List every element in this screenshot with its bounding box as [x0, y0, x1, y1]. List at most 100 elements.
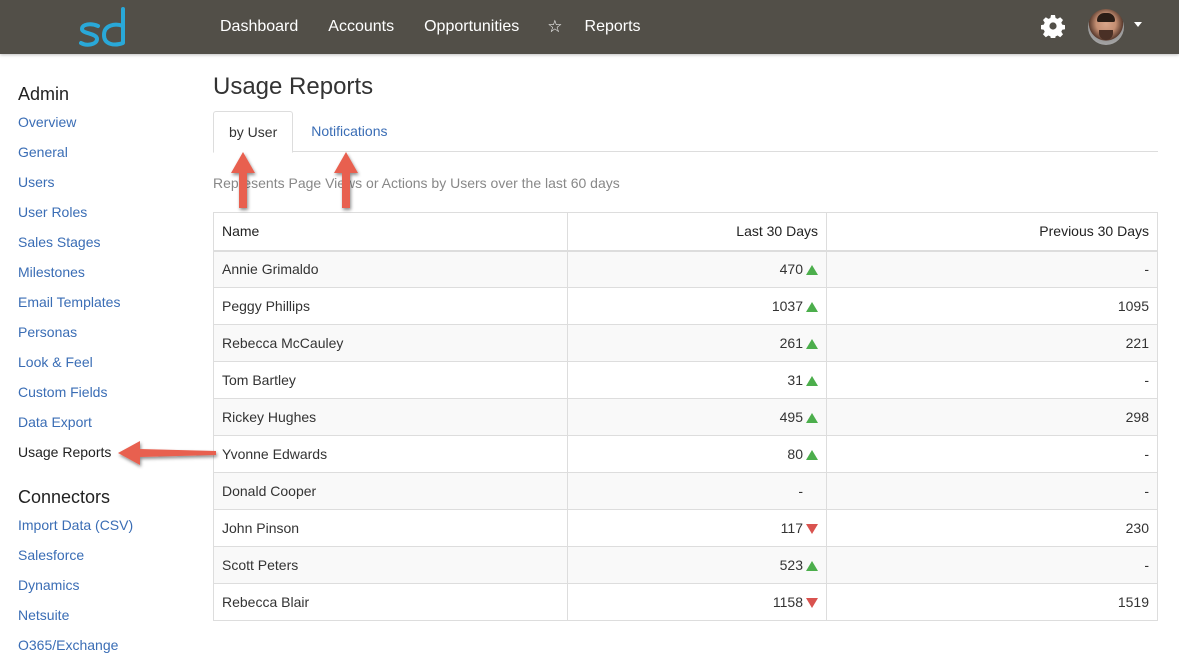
sidebar-item-usage-reports[interactable]: Usage Reports — [18, 441, 198, 471]
chevron-down-icon[interactable] — [1134, 22, 1142, 27]
cell-name: Annie Grimaldo — [213, 250, 568, 288]
trend-up-icon — [806, 376, 818, 386]
table-row: Rebecca Blair 1158 1519 — [213, 583, 1158, 621]
trend-up-icon — [806, 339, 818, 349]
cell-name: Donald Cooper — [213, 472, 568, 510]
sidebar-item-overview[interactable]: Overview — [18, 111, 198, 141]
top-navbar: Dashboard Accounts Opportunities ☆ Repor… — [0, 0, 1179, 54]
trend-down-icon — [806, 524, 818, 534]
last-30-days-value: 261 — [779, 335, 803, 351]
cell-name: Rebecca McCauley — [213, 324, 568, 362]
usage-table: Name Last 30 Days Previous 30 Days Annie… — [213, 212, 1158, 621]
tab-notifications[interactable]: Notifications — [293, 111, 405, 152]
table-row: Tom Bartley 31 - — [213, 361, 1158, 399]
sidebar-item-salesforce[interactable]: Salesforce — [18, 544, 198, 574]
trend-up-icon — [806, 302, 818, 312]
nav-reports[interactable]: Reports — [585, 18, 641, 36]
last-30-days-value: 470 — [779, 261, 803, 278]
cell-previous-30-days: 221 — [826, 324, 1158, 362]
sidebar-item-users[interactable]: Users — [18, 171, 198, 201]
table-header-row: Name Last 30 Days Previous 30 Days — [213, 212, 1158, 252]
last-30-days-value: 495 — [779, 409, 803, 425]
sidebar-item-email-templates[interactable]: Email Templates — [18, 291, 198, 321]
table-row: Rickey Hughes 495 298 — [213, 398, 1158, 436]
cell-name: Peggy Phillips — [213, 287, 568, 325]
user-avatar[interactable] — [1088, 9, 1124, 45]
connectors-heading: Connectors — [18, 487, 111, 507]
table-row: John Pinson 117 230 — [213, 509, 1158, 547]
column-header-last-30-days[interactable]: Last 30 Days — [567, 212, 827, 252]
report-description: Represents Page Views or Actions by User… — [213, 175, 620, 191]
cell-last-30-days: 31 — [567, 361, 827, 399]
sidebar-item-dynamics[interactable]: Dynamics — [18, 574, 198, 604]
last-30-days-value: 31 — [787, 372, 803, 388]
cell-previous-30-days: - — [826, 472, 1158, 510]
last-30-days-value: 80 — [787, 446, 803, 462]
sidebar-item-look-and-feel[interactable]: Look & Feel — [18, 351, 198, 381]
nav-opportunities[interactable]: Opportunities — [424, 18, 519, 36]
cell-name: Scott Peters — [213, 546, 568, 584]
last-30-days-value: 523 — [779, 557, 803, 573]
sidebar-item-netsuite[interactable]: Netsuite — [18, 604, 198, 634]
cell-name: Rebecca Blair — [213, 583, 568, 621]
cell-last-30-days: 261 — [567, 324, 827, 362]
cell-name: Yvonne Edwards — [213, 435, 568, 473]
cell-previous-30-days: - — [826, 435, 1158, 473]
last-30-days-value: 117 — [780, 520, 803, 536]
tab-by-user[interactable]: by User — [213, 111, 294, 153]
sidebar-item-custom-fields[interactable]: Custom Fields — [18, 381, 198, 411]
nav-accounts[interactable]: Accounts — [328, 18, 394, 36]
trend-up-icon — [806, 265, 818, 276]
table-row: Rebecca McCauley 261 221 — [213, 324, 1158, 362]
cell-last-30-days: 1037 — [567, 287, 827, 325]
main-nav: Dashboard Accounts Opportunities ☆ Repor… — [220, 0, 671, 54]
gear-icon[interactable] — [1041, 14, 1065, 38]
sidebar-item-data-export[interactable]: Data Export — [18, 411, 198, 441]
cell-last-30-days: 117 — [567, 509, 827, 547]
star-icon[interactable]: ☆ — [547, 17, 562, 37]
cell-previous-30-days: 298 — [826, 398, 1158, 436]
last-30-days-value: - — [798, 483, 803, 499]
sidebar-item-milestones[interactable]: Milestones — [18, 261, 198, 291]
cell-name: Rickey Hughes — [213, 398, 568, 436]
sidebar-item-sales-stages[interactable]: Sales Stages — [18, 231, 198, 261]
cell-last-30-days: 470 — [567, 250, 827, 288]
cell-previous-30-days: - — [826, 250, 1158, 288]
sidebar-item-personas[interactable]: Personas — [18, 321, 198, 351]
nav-dashboard[interactable]: Dashboard — [220, 18, 298, 36]
column-header-name[interactable]: Name — [213, 212, 568, 252]
sidebar-item-user-roles[interactable]: User Roles — [18, 201, 198, 231]
table-row: Donald Cooper - - — [213, 472, 1158, 510]
sidebar-item-general[interactable]: General — [18, 141, 198, 171]
admin-heading: Admin — [18, 84, 70, 104]
table-row: Annie Grimaldo 470 - — [213, 250, 1158, 288]
last-30-days-value: 1037 — [771, 298, 803, 314]
table-row: Scott Peters 523 - — [213, 546, 1158, 584]
cell-last-30-days: - — [567, 472, 827, 510]
page-title: Usage Reports — [213, 73, 374, 100]
main-content: Usage Reports by User Notifications Repr… — [213, 70, 1158, 621]
sidebar-item-import-data-csv[interactable]: Import Data (CSV) — [18, 514, 198, 544]
trend-down-icon — [806, 598, 818, 608]
cell-name: John Pinson — [213, 509, 568, 547]
trend-up-icon — [806, 561, 818, 571]
cell-previous-30-days: - — [826, 361, 1158, 399]
cell-last-30-days: 1158 — [567, 583, 827, 621]
trend-up-icon — [806, 413, 818, 423]
table-row: Yvonne Edwards 80 - — [213, 435, 1158, 473]
cell-last-30-days: 523 — [567, 546, 827, 584]
table-row: Peggy Phillips 1037 1095 — [213, 287, 1158, 325]
trend-up-icon — [806, 450, 818, 460]
cell-last-30-days: 80 — [567, 435, 827, 473]
cell-previous-30-days: 1519 — [826, 583, 1158, 621]
last-30-days-value: 1158 — [772, 594, 803, 610]
cell-previous-30-days: 1095 — [826, 287, 1158, 325]
admin-sidebar: Admin Overview General Users User Roles … — [18, 82, 198, 664]
column-header-previous-30-days[interactable]: Previous 30 Days — [826, 212, 1158, 252]
cell-previous-30-days: - — [826, 546, 1158, 584]
cell-last-30-days: 495 — [567, 398, 827, 436]
cell-name: Tom Bartley — [213, 361, 568, 399]
report-tabs: by User Notifications — [213, 111, 1158, 153]
sd-logo[interactable] — [79, 6, 135, 50]
cell-previous-30-days: 230 — [826, 509, 1158, 547]
